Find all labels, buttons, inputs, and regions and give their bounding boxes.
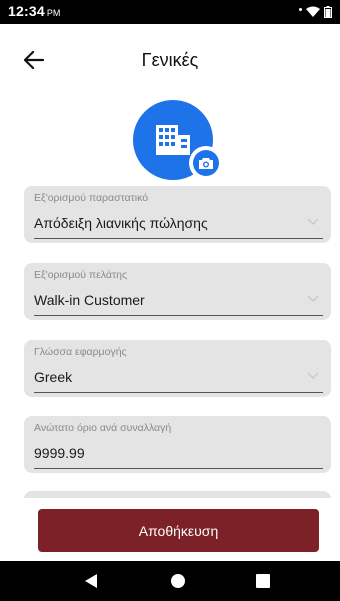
transaction-limit-field[interactable]: Ανώτατο όριο ανά συναλλαγή 9999.99: [24, 416, 331, 473]
app-language-value: Greek: [34, 369, 73, 385]
wifi-icon: [306, 6, 320, 17]
default-customer-value: Walk-in Customer: [34, 292, 145, 308]
status-time-ampm: PM: [46, 8, 61, 18]
default-document-value: Απόδειξη λιανικής πώλησης: [34, 215, 208, 231]
notification-dot-icon: [299, 7, 302, 11]
field-underline: [34, 468, 323, 469]
camera-badge: [193, 150, 219, 176]
save-button[interactable]: Αποθήκευση: [38, 509, 319, 552]
square-recent-icon[interactable]: [256, 574, 270, 588]
field-underline: [34, 392, 323, 393]
chevron-down-icon: [307, 295, 319, 302]
app-language-field[interactable]: Γλώσσα εφαρμογής Greek: [24, 340, 331, 397]
app-language-label: Γλώσσα εφαρμογής: [34, 346, 127, 358]
default-customer-field[interactable]: Εξ'ορισμού πελάτης Walk-in Customer: [24, 263, 331, 320]
default-customer-label: Εξ'ορισμού πελάτης: [34, 269, 128, 281]
status-bar: 12:34 PM: [0, 0, 340, 24]
field-underline: [34, 238, 323, 239]
default-document-label: Εξ'ορισμού παραστατικό: [34, 192, 149, 204]
chevron-down-icon: [307, 372, 319, 379]
company-avatar-wrap: [133, 100, 223, 180]
default-document-field[interactable]: Εξ'ορισμού παραστατικό Απόδειξη λιανικής…: [24, 186, 331, 243]
building-icon: [156, 125, 190, 155]
arrow-left-icon: [24, 51, 44, 69]
back-button[interactable]: [20, 48, 48, 72]
status-icons: [299, 6, 332, 18]
transaction-limit-label: Ανώτατο όριο ανά συναλλαγή: [34, 422, 172, 434]
field-underline: [34, 315, 323, 316]
change-photo-button[interactable]: [189, 146, 223, 180]
camera-icon: [199, 157, 213, 169]
app-bar: Γενικές: [0, 40, 340, 80]
status-time-text: 12:34: [8, 3, 45, 19]
transaction-limit-value: 9999.99: [34, 445, 85, 461]
page-title: Γενικές: [141, 49, 199, 70]
circle-home-icon[interactable]: [171, 574, 185, 588]
status-time: 12:34 PM: [8, 3, 60, 21]
battery-icon: [324, 6, 332, 18]
triangle-back-icon[interactable]: [84, 573, 98, 589]
chevron-down-icon: [307, 218, 319, 225]
system-nav-bar: [0, 561, 340, 601]
